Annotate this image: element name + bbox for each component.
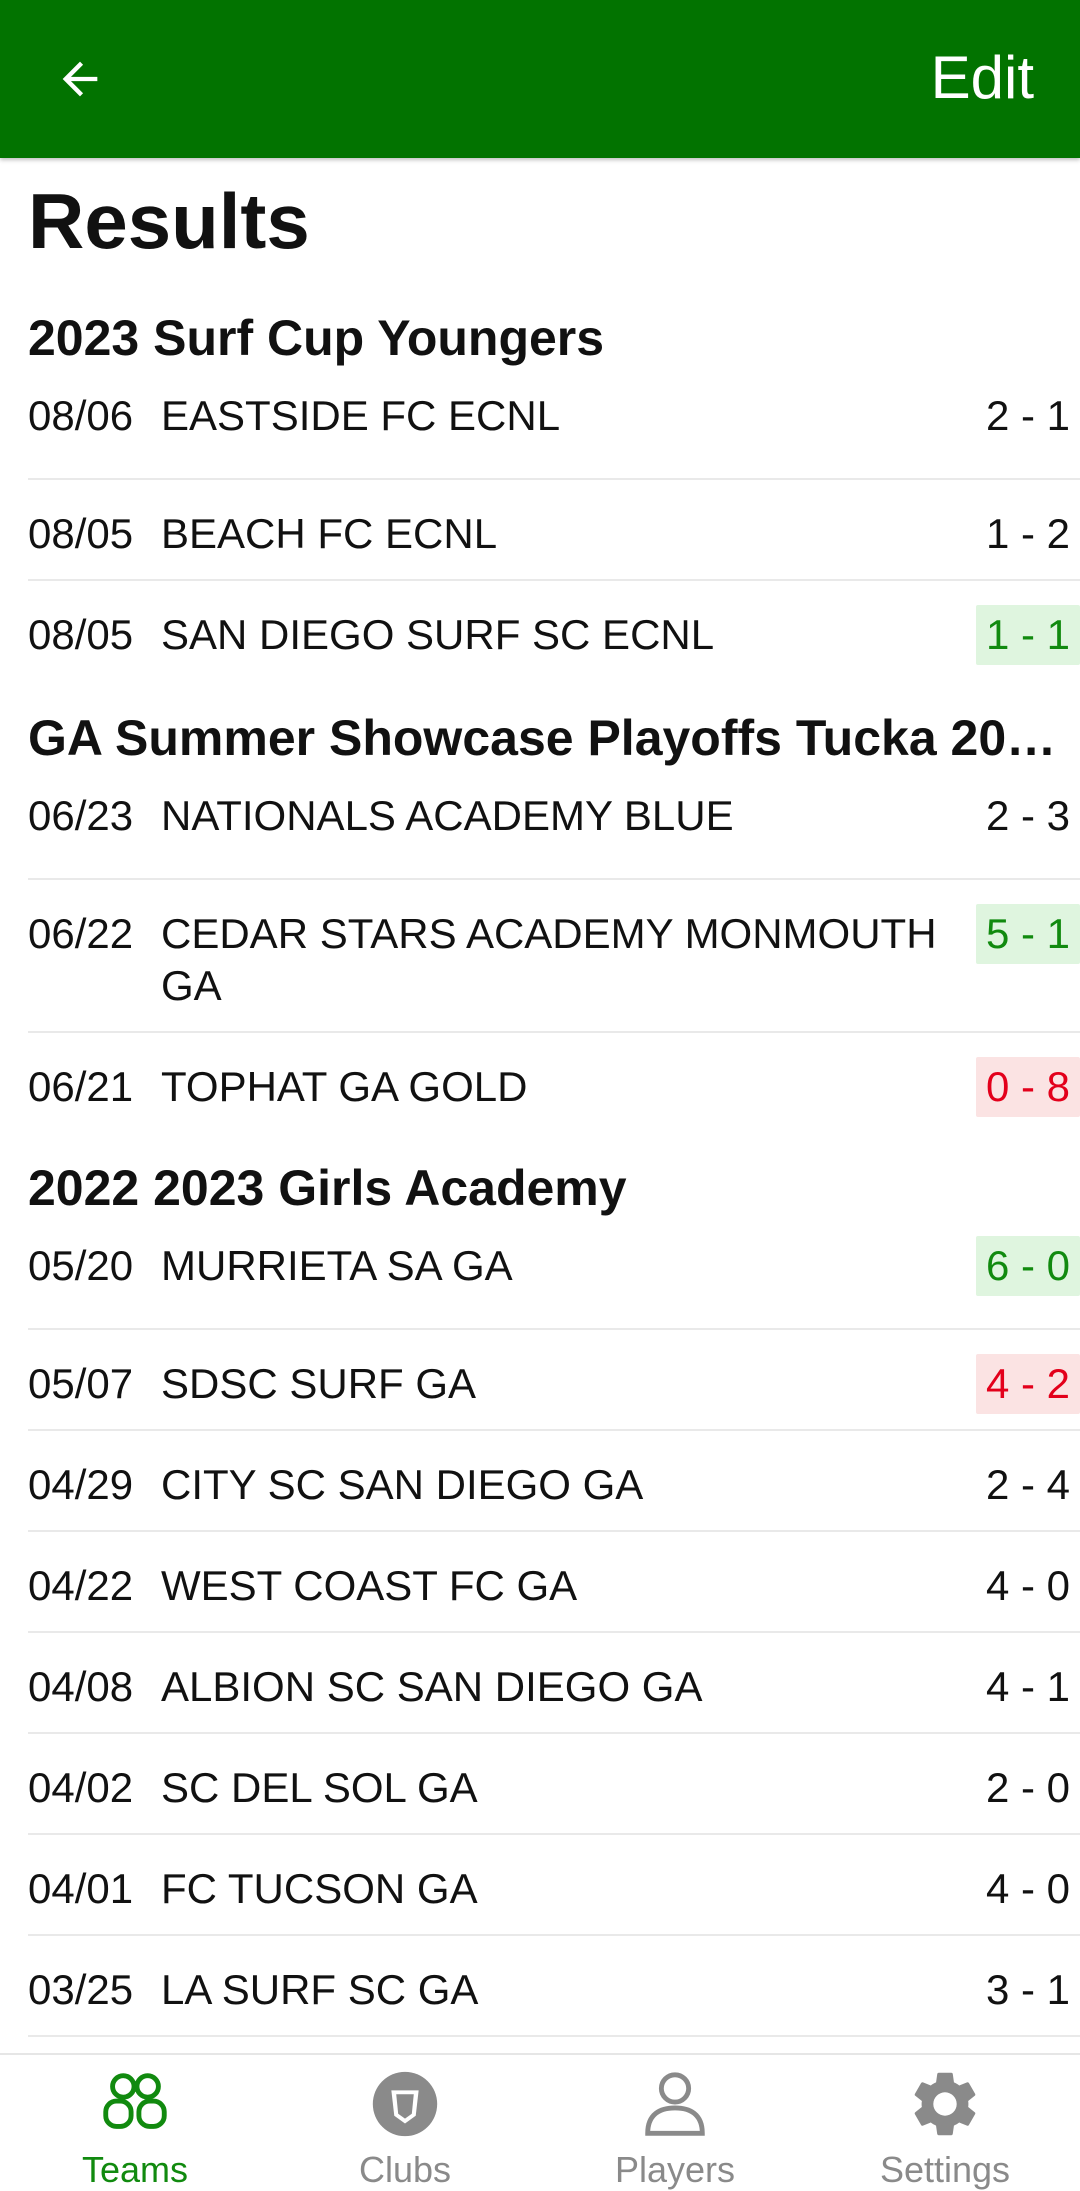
clubs-icon [372, 2071, 438, 2137]
match-date: 04/02 [28, 1764, 134, 1811]
match-opponent: SAN DIEGO SURF SC ECNL [161, 611, 715, 658]
tab-teams[interactable]: Teams [0, 2055, 270, 2191]
app-bar: Edit [0, 0, 1080, 158]
match-opponent: WEST COAST FC GA [161, 1562, 578, 1609]
match-date: 08/05 [28, 611, 134, 658]
results-section: 2022 2023 Girls Academy 05/20 MURRIETA S… [0, 1158, 1080, 2037]
match-row[interactable]: 04/02 SC DEL SOL GA 2 - 0 [28, 1734, 1080, 1835]
back-button[interactable] [48, 47, 112, 111]
teams-icon [103, 2073, 167, 2129]
match-row[interactable]: 04/22 WEST COAST FC GA 4 - 0 [28, 1532, 1080, 1633]
match-score: 6 - 0 [975, 1236, 1080, 1296]
tab-label: Teams [81, 2149, 189, 2190]
match-score: 4 - 0 [985, 1562, 1070, 1609]
match-opponent: CITY SC SAN DIEGO GA [161, 1461, 644, 1508]
match-date: 06/23 [28, 792, 134, 839]
results-content[interactable]: Results 2023 Surf Cup Youngers 08/06 EAS… [0, 158, 1080, 2053]
results-section: GA Summer Showcase Playoffs Tucka 20… 06… [0, 708, 1080, 1134]
match-opponent: SC DEL SOL GA [161, 1764, 478, 1811]
match-row[interactable]: 05/07 SDSC SURF GA 4 - 2 [28, 1330, 1080, 1431]
match-row[interactable]: 05/20 MURRIETA SA GA 6 - 0 [28, 1236, 1080, 1330]
match-score: 0 - 8 [975, 1057, 1080, 1117]
match-date: 06/21 [28, 1063, 134, 1110]
match-score: 2 - 4 [985, 1461, 1070, 1508]
match-opponent: EASTSIDE FC ECNL [161, 392, 561, 439]
match-date: 05/20 [28, 1242, 134, 1289]
results-section: 2023 Surf Cup Youngers 08/06 EASTSIDE FC… [0, 308, 1080, 682]
match-date: 04/08 [28, 1663, 134, 1710]
match-date: 08/06 [28, 392, 134, 439]
bottom-tab-bar: Teams Clubs Players Settings [0, 2053, 1080, 2191]
section-title: GA Summer Showcase Playoffs Tucka 20… [28, 710, 1057, 766]
match-row[interactable]: 04/08 ALBION SC SAN DIEGO GA 4 - 1 [28, 1633, 1080, 1734]
match-score: 5 - 1 [975, 904, 1080, 964]
match-date: 06/22 [28, 910, 134, 957]
match-row[interactable]: 08/05 SAN DIEGO SURF SC ECNL 1 - 1 [28, 581, 1080, 682]
match-opponent: CEDAR STARS ACADEMY MONMOUTH GA [161, 910, 937, 1009]
arrow-left-icon [62, 61, 98, 97]
match-opponent: NATIONALS ACADEMY BLUE [161, 792, 734, 839]
match-row[interactable]: 08/06 EASTSIDE FC ECNL 2 - 1 [28, 390, 1080, 480]
match-row[interactable]: 04/29 CITY SC SAN DIEGO GA 2 - 4 [28, 1431, 1080, 1532]
edit-button[interactable]: Edit [931, 46, 1034, 110]
match-score: 3 - 1 [985, 1966, 1070, 2013]
match-opponent: ALBION SC SAN DIEGO GA [161, 1663, 703, 1710]
match-opponent: SDSC SURF GA [161, 1360, 477, 1407]
tab-clubs[interactable]: Clubs [270, 2055, 540, 2191]
match-row[interactable]: 08/05 BEACH FC ECNL 1 - 2 [28, 480, 1080, 581]
match-date: 04/22 [28, 1562, 134, 1609]
page-title: Results [28, 177, 310, 265]
match-score: 1 - 2 [985, 510, 1070, 557]
match-date: 05/07 [28, 1360, 134, 1407]
match-opponent: MURRIETA SA GA [161, 1242, 513, 1289]
tab-label: Clubs [358, 2149, 452, 2190]
match-row[interactable]: 04/01 FC TUCSON GA 4 - 0 [28, 1835, 1080, 1936]
match-date: 08/05 [28, 510, 134, 557]
match-date: 03/25 [28, 1966, 134, 2013]
match-score: 4 - 2 [975, 1354, 1080, 1414]
match-score: 4 - 1 [985, 1663, 1070, 1710]
section-title: 2023 Surf Cup Youngers [28, 310, 605, 366]
match-row[interactable]: 06/23 NATIONALS ACADEMY BLUE 2 - 3 [28, 790, 1080, 880]
match-opponent: LA SURF SC GA [161, 1966, 479, 2013]
match-row[interactable]: 06/22 CEDAR STARS ACADEMY MONMOUTH GA 5 … [28, 880, 1080, 1033]
match-score: 2 - 1 [985, 392, 1070, 439]
players-icon [645, 2072, 705, 2136]
match-opponent: TOPHAT GA GOLD [161, 1063, 528, 1110]
tab-settings[interactable]: Settings [810, 2055, 1080, 2191]
settings-icon [914, 2072, 976, 2136]
match-score: 1 - 1 [975, 605, 1080, 665]
match-row[interactable]: 03/25 LA SURF SC GA 3 - 1 [28, 1936, 1080, 2037]
section-title: 2022 2023 Girls Academy [28, 1160, 627, 1216]
tab-players[interactable]: Players [540, 2055, 810, 2191]
match-score: 2 - 0 [985, 1764, 1070, 1811]
match-opponent: BEACH FC ECNL [161, 510, 498, 557]
tab-label: Settings [879, 2149, 1011, 2190]
match-score: 4 - 0 [985, 1865, 1070, 1912]
match-row[interactable]: 06/21 TOPHAT GA GOLD 0 - 8 [28, 1033, 1080, 1134]
tab-label: Players [614, 2149, 736, 2190]
match-score: 2 - 3 [985, 792, 1070, 839]
match-opponent: FC TUCSON GA [161, 1865, 478, 1912]
match-date: 04/01 [28, 1865, 134, 1912]
match-date: 04/29 [28, 1461, 134, 1508]
